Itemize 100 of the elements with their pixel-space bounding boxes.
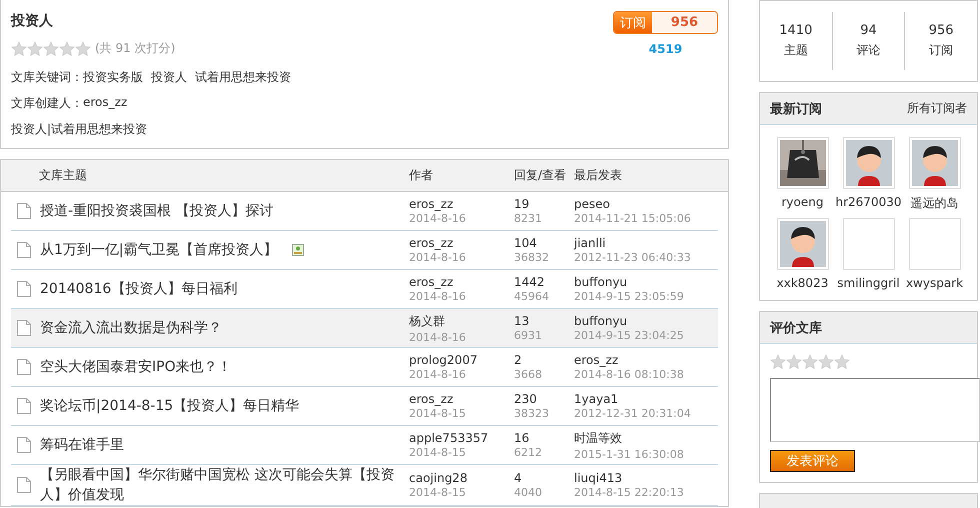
author-link[interactable]: caojing28 <box>409 471 514 485</box>
author-link[interactable]: eros_zz <box>409 392 514 406</box>
last-poster-link[interactable]: eros_zz <box>574 353 718 367</box>
document-icon <box>16 358 32 376</box>
keyword-link[interactable]: 投资实务版 <box>83 69 143 86</box>
topic-row[interactable]: 空头大佬国泰君安IPO来也？！ prolog2007 2014-8-16 2 3668 eros_zz 2014-8-16 08:10:38 <box>11 348 718 387</box>
post-date: 2014-8-15 <box>409 407 467 420</box>
subscriber-name[interactable]: ryoeng <box>782 195 824 209</box>
document-icon <box>16 241 32 259</box>
topic-row[interactable]: 奖论坛币|2014-8-15【投资人】每日精华 eros_zz 2014-8-15 230 38323 1yaya1 2012-12-31 20:31:04 <box>11 387 718 426</box>
author-link[interactable]: apple753357 <box>409 431 514 445</box>
view-count: 4519 <box>648 42 682 56</box>
subscriber-name[interactable]: smilinggril <box>837 276 900 290</box>
document-icon <box>16 319 32 337</box>
author-link[interactable]: eros_zz <box>409 236 514 250</box>
last-poster-link[interactable]: 1yaya1 <box>574 392 718 406</box>
topic-row[interactable]: 资金流入流出数据是伪科学？ 杨义群 2014-8-16 13 6931 buffonyu 2014-9-15 23:04:25 <box>11 309 718 348</box>
star-rating[interactable] <box>11 40 91 56</box>
post-date: 2014-8-15 <box>409 486 467 499</box>
author-link[interactable]: 杨义群 <box>409 312 514 330</box>
panel-title: 最新订阅 <box>770 100 822 118</box>
subscriber-name[interactable]: xwyspark <box>906 276 964 290</box>
view-count: 8231 <box>514 212 543 225</box>
column-header: 回复/查看 <box>514 168 566 182</box>
topic-row[interactable]: 【另眼看中国】华尔街赌中国宽松 这次可能会失算【投资人】价值发现 caojing28 2014-8-15 4 4040 liuqi413 2014-8-15 22:20:13 <box>11 465 718 506</box>
post-date: 2014-8-16 <box>409 290 467 303</box>
reply-count: 4 <box>514 471 523 485</box>
keywords-label: 文库关键词： <box>11 69 83 86</box>
topic-link[interactable]: 20140816【投资人】每日福利 <box>40 279 238 299</box>
last-post-time: 2012-11-23 06:40:33 <box>574 251 692 264</box>
last-poster-link[interactable]: liuqi413 <box>574 471 718 485</box>
creator-label: 文库创建人： <box>11 95 83 112</box>
topic-link[interactable]: 授道-重阳投资裘国根 【投资人】探讨 <box>40 201 274 221</box>
last-post-time: 2015-1-31 16:30:08 <box>574 448 685 460</box>
avatar-icon[interactable] <box>846 140 892 186</box>
subscriber-name[interactable]: hr2670030 <box>836 195 902 209</box>
topic-link[interactable]: 空头大佬国泰君安IPO来也？！ <box>40 357 232 377</box>
last-post-time: 2014-8-15 22:20:13 <box>574 486 685 499</box>
last-poster-link[interactable]: 时温等效 <box>574 430 718 446</box>
document-icon <box>16 202 32 220</box>
rating-count: (共 91 次打分) <box>95 40 176 57</box>
view-count: 6212 <box>514 446 543 459</box>
keyword-link[interactable]: 试着用思想来投资 <box>195 69 291 86</box>
stat-value: 94 <box>860 23 877 38</box>
last-poster-link[interactable]: buffonyu <box>574 314 718 328</box>
reply-count: 19 <box>514 197 530 211</box>
subscriber-name[interactable]: 遥远的岛 <box>910 195 958 212</box>
last-post-time: 2014-8-16 08:10:38 <box>574 368 685 381</box>
reply-count: 1442 <box>514 275 546 289</box>
comment-field[interactable] <box>770 378 980 442</box>
topic-row[interactable]: 筹码在谁手里 apple753357 2014-8-15 16 6212 时温等效 2015-1-31 16:30:08 <box>11 426 718 465</box>
post-date: 2014-8-16 <box>409 212 467 225</box>
last-poster-link[interactable]: peseo <box>574 197 718 211</box>
topic-row[interactable]: 授道-重阳投资裘国根 【投资人】探讨 eros_zz 2014-8-16 19 8231 peseo 2014-11-21 15:05:06 <box>11 192 718 231</box>
post-date: 2014-8-16 <box>409 368 467 381</box>
view-count: 36832 <box>514 251 550 264</box>
topic-link[interactable]: 筹码在谁手里 <box>40 435 124 455</box>
document-icon <box>16 397 32 415</box>
last-post-time: 2014-11-21 15:05:06 <box>574 212 692 225</box>
column-header: 最后发表 <box>574 168 622 182</box>
topic-link[interactable]: 从1万到一亿|霸气卫冕【首席投资人】 <box>40 240 278 260</box>
reply-count: 13 <box>514 314 530 328</box>
view-count: 38323 <box>514 407 550 420</box>
all-subscribers-link[interactable]: 所有订阅者 <box>907 100 967 117</box>
topic-link[interactable]: 资金流入流出数据是伪科学？ <box>40 318 222 338</box>
view-count: 4040 <box>514 486 543 499</box>
document-icon <box>16 436 32 454</box>
topic-link[interactable]: 【另眼看中国】华尔街赌中国宽松 这次可能会失算【投资人】价值发现 <box>40 465 409 505</box>
last-poster-link[interactable]: jianlli <box>574 236 718 250</box>
library-description: 投资人|试着用思想来投资 <box>11 121 148 138</box>
view-count: 6931 <box>514 329 543 342</box>
stat-label: 订阅 <box>929 42 954 59</box>
post-date: 2014-8-16 <box>409 330 467 344</box>
stat-label: 主题 <box>784 42 808 59</box>
view-count: 45964 <box>514 290 550 303</box>
reply-count: 104 <box>514 236 538 250</box>
creator-link[interactable]: eros_zz <box>83 95 128 112</box>
document-icon <box>16 280 32 298</box>
last-post-time: 2014-9-15 23:04:25 <box>574 329 685 342</box>
last-post-time: 2014-9-15 23:05:59 <box>574 290 685 303</box>
stat-value: 1410 <box>779 23 812 38</box>
reply-count: 2 <box>514 353 523 367</box>
topic-row[interactable]: 从1万到一亿|霸气卫冕【首席投资人】 eros_zz 2014-8-16 104 36832 jianlli 2012-11-23 06:40:33 <box>11 231 718 270</box>
avatar-icon[interactable] <box>912 140 958 186</box>
document-icon <box>16 476 32 494</box>
author-link[interactable]: prolog2007 <box>409 353 514 367</box>
last-poster-link[interactable]: buffonyu <box>574 275 718 289</box>
avatar-icon[interactable] <box>780 221 826 267</box>
author-link[interactable]: eros_zz <box>409 197 514 211</box>
stat-label: 评论 <box>856 42 880 59</box>
subscriber-name[interactable]: xxk8023 <box>776 276 828 290</box>
reply-count: 230 <box>514 392 538 406</box>
stat-value: 956 <box>928 23 954 38</box>
keyword-link[interactable]: 投资人 <box>151 69 187 86</box>
topic-link[interactable]: 奖论坛币|2014-8-15【投资人】每日精华 <box>40 396 300 416</box>
last-post-time: 2012-12-31 20:31:04 <box>574 407 692 420</box>
author-link[interactable]: eros_zz <box>409 275 514 289</box>
post-date: 2014-8-15 <box>409 446 467 459</box>
post-date: 2014-8-16 <box>409 251 467 264</box>
column-header: 作者 <box>409 168 433 182</box>
